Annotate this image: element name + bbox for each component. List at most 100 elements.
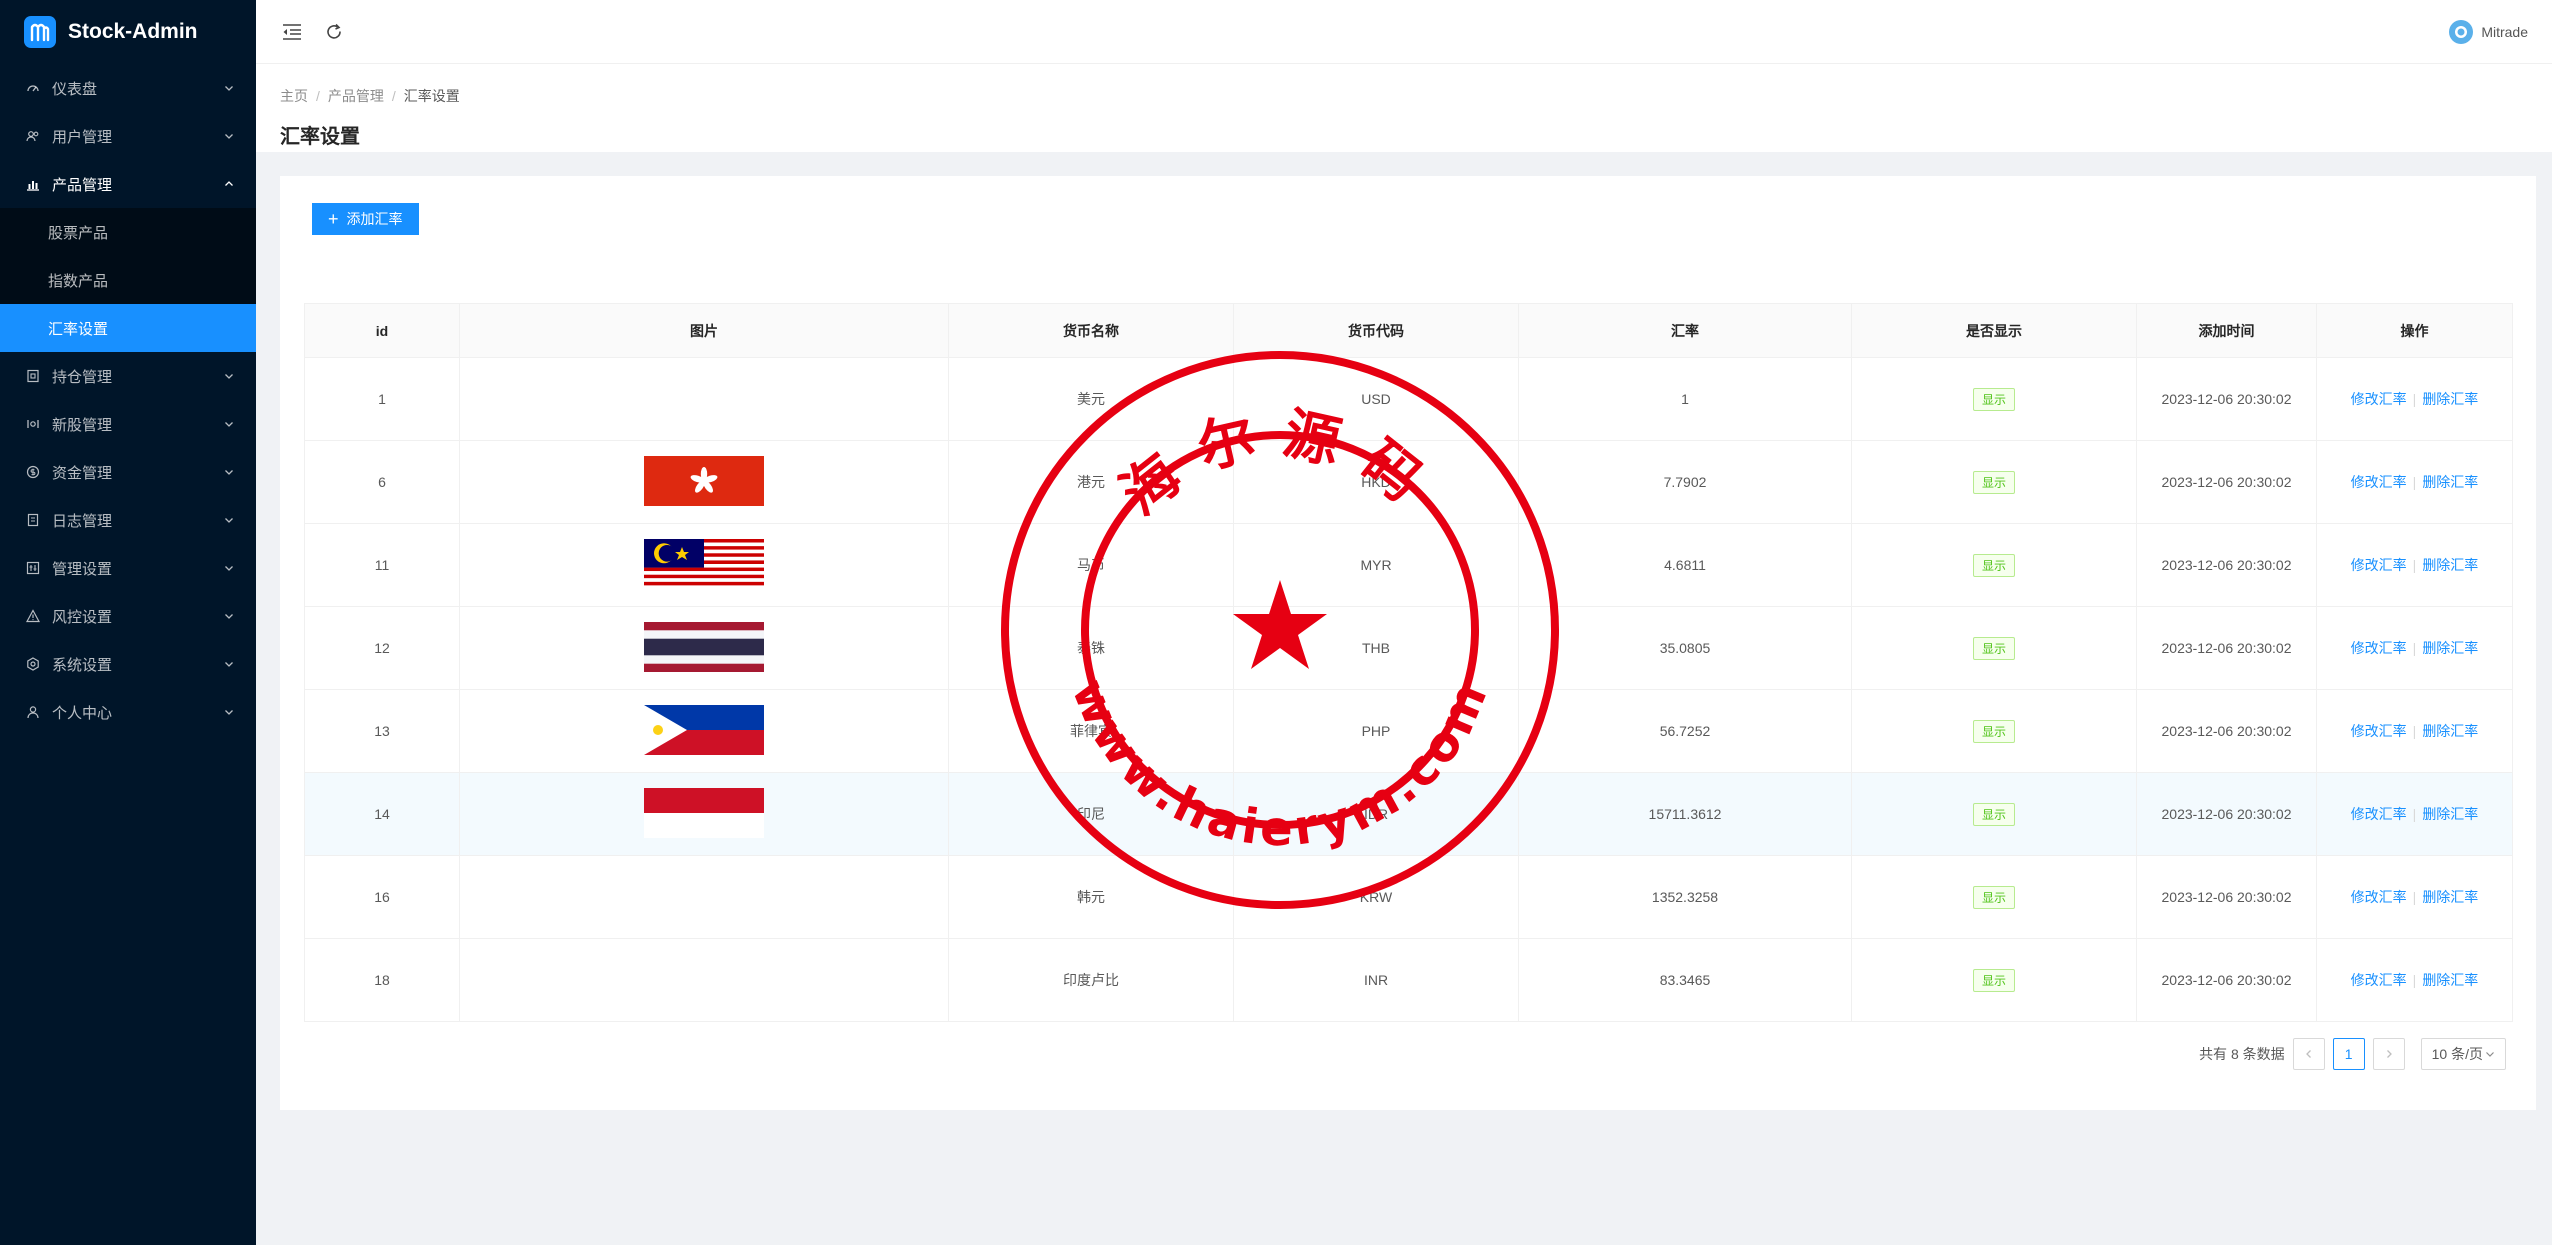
chevron-down-icon: [2486, 1052, 2494, 1057]
edit-rate-link[interactable]: 修改汇率: [2351, 391, 2407, 407]
table-header-row: id 图片 货币名称 货币代码 汇率 是否显示 添加时间 操作: [304, 303, 2513, 358]
cell-status: 显示: [1851, 523, 2137, 607]
sidebar-item[interactable]: 产品管理: [0, 160, 256, 208]
cell-id: 12: [304, 606, 460, 690]
delete-rate-link[interactable]: 删除汇率: [2422, 972, 2478, 988]
cell-id: 11: [304, 523, 460, 607]
ipo-icon: [24, 415, 42, 433]
sidebar-item[interactable]: 风控设置: [0, 592, 256, 640]
admin-settings-icon: [24, 559, 42, 577]
delete-rate-link[interactable]: 删除汇率: [2422, 557, 2478, 573]
cell-rate: 7.7902: [1518, 440, 1852, 524]
chevron-down-icon: [222, 129, 236, 143]
table-row[interactable]: 16 韩元 KRW 1352.3258 显示 2023-12-06 20:30:02 修改汇…: [304, 855, 2513, 939]
bar-chart-icon: [24, 175, 42, 193]
cell-actions: 修改汇率 | 删除汇率: [2316, 938, 2513, 1022]
sidebar-subitem[interactable]: 汇率设置: [0, 304, 256, 352]
table-row[interactable]: 6 港元 HKD 7.7902 显示 2023-12-06 20:30:02 修改汇率 | 删除…: [304, 440, 2513, 524]
menu-fold-icon[interactable]: [280, 20, 304, 44]
sidebar-item[interactable]: 系统设置: [0, 640, 256, 688]
delete-rate-link[interactable]: 删除汇率: [2422, 474, 2478, 490]
chevron-down-icon: [222, 417, 236, 431]
user-menu[interactable]: Mitrade: [2449, 19, 2528, 44]
add-rate-button[interactable]: + 添加汇率: [312, 203, 419, 235]
sidebar-item[interactable]: 新股管理: [0, 400, 256, 448]
delete-rate-link[interactable]: 删除汇率: [2422, 391, 2478, 407]
cell-currency-name: 菲律宾: [948, 689, 1234, 773]
app-title: Stock-Admin: [68, 20, 198, 43]
action-divider: |: [2412, 557, 2417, 573]
cell-image: [459, 606, 949, 690]
sidebar-subitem[interactable]: 股票产品: [0, 208, 256, 256]
status-badge: 显示: [1972, 470, 2015, 494]
action-divider: |: [2412, 972, 2417, 988]
cell-currency-code: KRW: [1233, 855, 1519, 939]
cell-currency-name: 港元: [948, 440, 1234, 524]
edit-rate-link[interactable]: 修改汇率: [2351, 889, 2407, 905]
edit-rate-link[interactable]: 修改汇率: [2351, 474, 2407, 490]
action-divider: |: [2412, 889, 2417, 905]
chevron-down-icon: [222, 513, 236, 527]
sidebar-item[interactable]: 持仓管理: [0, 352, 256, 400]
table-row[interactable]: 11 马币 MYR 4.6811 显示 2023-12-06 20:30:02 修改汇率 | 删…: [304, 523, 2513, 607]
edit-rate-link[interactable]: 修改汇率: [2351, 723, 2407, 739]
warning-icon: [24, 607, 42, 625]
sidebar-item[interactable]: 日志管理: [0, 496, 256, 544]
chevron-down-icon: [222, 81, 236, 95]
cell-currency-code: HKD: [1233, 440, 1519, 524]
edit-rate-link[interactable]: 修改汇率: [2351, 972, 2407, 988]
cell-currency-name: 泰铢: [948, 606, 1234, 690]
cell-currency-code: THB: [1233, 606, 1519, 690]
sidebar-item-label: 持仓管理: [52, 368, 113, 386]
edit-rate-link[interactable]: 修改汇率: [2351, 557, 2407, 573]
cell-status: 显示: [1851, 689, 2137, 773]
status-badge: 显示: [1972, 802, 2015, 826]
table-row[interactable]: 12 泰铢 THB 35.0805 显示 2023-12-06 20:30:02 修改汇率 |…: [304, 606, 2513, 690]
cell-id: 16: [304, 855, 460, 939]
delete-rate-link[interactable]: 删除汇率: [2422, 889, 2478, 905]
table-row[interactable]: 13 菲律宾 PHP 56.7252 显示 2023-12-06 20:30:02 修改汇率…: [304, 689, 2513, 773]
table-row[interactable]: 18 印度卢比 INR 83.3465 显示 2023-12-06 20:30:02 修改汇…: [304, 938, 2513, 1022]
delete-rate-link[interactable]: 删除汇率: [2422, 806, 2478, 822]
cell-actions: 修改汇率 | 删除汇率: [2316, 440, 2513, 524]
sidebar-item-label: 系统设置: [52, 656, 113, 674]
status-badge: 显示: [1972, 553, 2015, 577]
edit-rate-link[interactable]: 修改汇率: [2351, 640, 2407, 656]
page-size-select[interactable]: 10 条/页: [2420, 1038, 2506, 1070]
status-badge: 显示: [1972, 968, 2015, 992]
next-page-button[interactable]: [2372, 1038, 2405, 1070]
breadcrumb-section[interactable]: 产品管理: [328, 86, 384, 106]
breadcrumb-current: 汇率设置: [403, 88, 460, 104]
chevron-up-icon: [222, 177, 236, 191]
users-icon: [24, 127, 42, 145]
sidebar-menu: 仪表盘 用户管理 产品管理 股票产品 指数产品 汇率设置持仓管理新股管理 资金管理 日志管理管…: [0, 64, 256, 736]
cell-rate: 83.3465: [1518, 938, 1852, 1022]
sidebar-item[interactable]: 仪表盘: [0, 64, 256, 112]
rates-table: id 图片 货币名称 货币代码 汇率 是否显示 添加时间 操作 1 美元 USD 1 显示 2023-1…: [304, 303, 2513, 1022]
page-size-label: 10 条/页: [2431, 1046, 2483, 1062]
delete-rate-link[interactable]: 删除汇率: [2422, 723, 2478, 739]
app-logo[interactable]: Stock-Admin: [0, 0, 256, 64]
logo-icon: [24, 16, 56, 48]
delete-rate-link[interactable]: 删除汇率: [2422, 640, 2478, 656]
action-divider: |: [2412, 474, 2417, 490]
sidebar-item[interactable]: 资金管理: [0, 448, 256, 496]
sidebar-item[interactable]: 用户管理: [0, 112, 256, 160]
refresh-icon[interactable]: [322, 20, 346, 44]
cell-currency-name: 美元: [948, 357, 1234, 441]
edit-rate-link[interactable]: 修改汇率: [2351, 806, 2407, 822]
cell-image: [459, 689, 949, 773]
chevron-down-icon: [222, 609, 236, 623]
column-header: id: [304, 303, 460, 358]
sidebar-subitem[interactable]: 指数产品: [0, 256, 256, 304]
prev-page-button[interactable]: [2292, 1038, 2325, 1070]
table-row[interactable]: 14 印尼 IDR 15711.3612 显示 2023-12-06 20:30:02 修改…: [304, 772, 2513, 856]
cell-image: [459, 523, 949, 607]
breadcrumb-home[interactable]: 主页: [280, 86, 308, 106]
table-row[interactable]: 1 美元 USD 1 显示 2023-12-06 20:30:02 修改汇率 | 删除汇率: [304, 357, 2513, 441]
sidebar-item[interactable]: 个人中心: [0, 688, 256, 736]
cell-rate: 4.6811: [1518, 523, 1852, 607]
cell-status: 显示: [1851, 440, 2137, 524]
sidebar-item[interactable]: 管理设置: [0, 544, 256, 592]
page-1-button[interactable]: 1: [2332, 1038, 2365, 1070]
